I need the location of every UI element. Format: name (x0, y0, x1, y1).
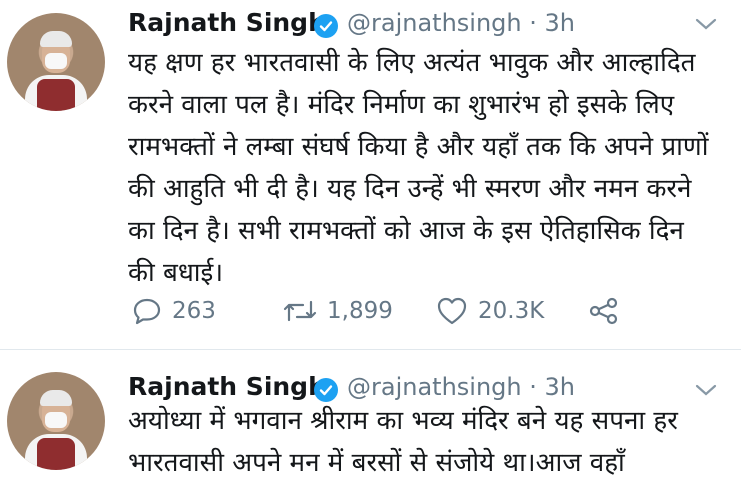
share-icon (589, 297, 618, 325)
tweet-text: अयोध्या में भगवान श्रीराम का भव्य मंदिर … (128, 406, 678, 478)
reply-icon (133, 298, 161, 325)
reply-count: 263 (172, 298, 216, 324)
retweet-count: 1,899 (327, 298, 393, 324)
share-button[interactable] (587, 294, 621, 328)
like-count: 20.3K (478, 298, 545, 324)
tweet-header: Rajnath Singh @rajnathsingh · 3h (128, 364, 728, 402)
reply-button[interactable]: 263 (132, 294, 216, 328)
chevron-down-icon[interactable] (695, 382, 717, 401)
author-handle[interactable]: @rajnathsingh · 3h (347, 9, 575, 37)
author-name[interactable]: Rajnath Singh (128, 8, 326, 37)
author-name[interactable]: Rajnath Singh (128, 372, 326, 401)
chevron-down-icon[interactable] (695, 16, 717, 35)
like-button[interactable]: 20.3K (436, 294, 544, 328)
retweet-button[interactable]: 1,899 (283, 294, 393, 328)
tweet[interactable]: Rajnath Singh @rajnathsingh · 3h अयोध्या… (0, 350, 741, 486)
avatar[interactable] (7, 372, 105, 470)
tweet-header: Rajnath Singh @rajnathsingh · 3h (128, 0, 728, 38)
tweet-text: यह क्षण हर भारतवासी के लिए अत्यंत भावुक … (128, 48, 709, 288)
tweet-actions: 263 1,899 20.3K (132, 294, 732, 328)
author-handle[interactable]: @rajnathsingh · 3h (347, 373, 575, 401)
verified-badge-icon (314, 14, 338, 38)
retweet-icon (283, 300, 317, 322)
heart-icon (437, 297, 467, 325)
tweet[interactable]: Rajnath Singh @rajnathsingh · 3h यह क्षण… (0, 0, 741, 346)
verified-badge-icon (314, 378, 338, 402)
avatar[interactable] (7, 13, 105, 111)
